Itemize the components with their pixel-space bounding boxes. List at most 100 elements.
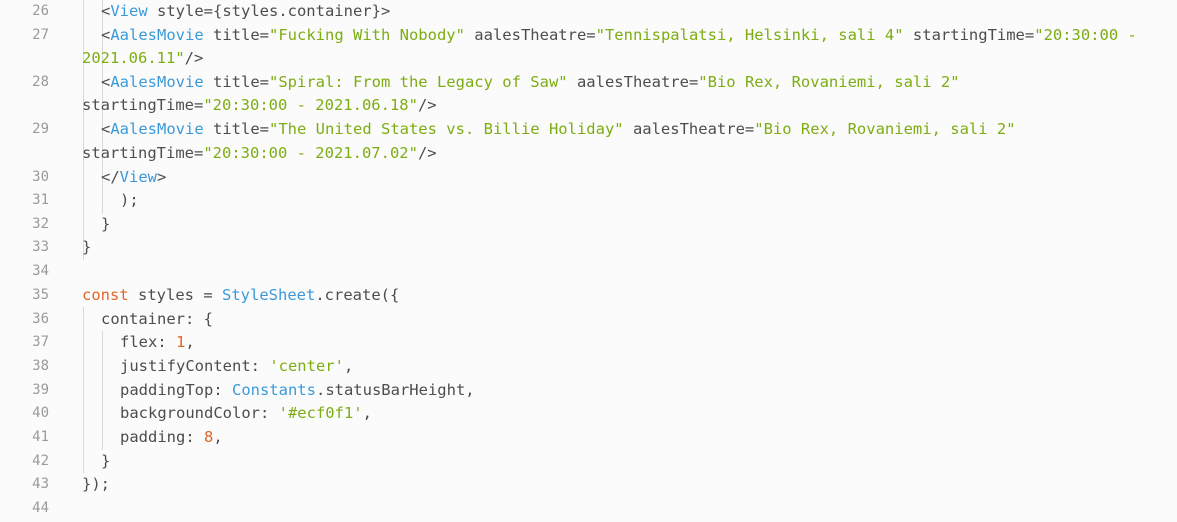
line-number: 31 [32, 192, 49, 208]
token: , [213, 428, 223, 446]
token-string: "Bio Rex, Rovaniemi, sali 2" [698, 72, 960, 91]
code-line[interactable]: } [82, 236, 1177, 260]
code-line[interactable]: backgroundColor: '#ecf0f1', [82, 402, 1177, 426]
token: startingTime= [82, 143, 204, 162]
line-number: 38 [32, 358, 49, 374]
code-line[interactable]: container: { [82, 308, 1177, 332]
token-string: '#ecf0f1' [278, 404, 363, 422]
code-line[interactable]: flex: 1, [82, 331, 1177, 355]
code-line[interactable]: </View> [82, 166, 1177, 190]
token: , [343, 357, 354, 375]
line-number: 44 [32, 500, 49, 516]
token: } [82, 238, 92, 256]
line-number: 43 [32, 476, 49, 492]
line-number: 35 [32, 287, 49, 303]
token: startingTime= [82, 96, 204, 114]
code-line[interactable]: }); [82, 473, 1177, 497]
token: }); [82, 475, 110, 493]
code-line[interactable]: <AalesMovie title="Spiral: From the Lega… [82, 71, 1177, 95]
line-number: 37 [32, 334, 49, 350]
token: } [101, 451, 111, 470]
token-string: 'center' [269, 357, 344, 375]
code-line-empty[interactable] [82, 260, 1177, 284]
code-line[interactable]: ); [82, 189, 1177, 213]
token-number: 1 [176, 333, 186, 351]
token: aalesTheatre= [623, 120, 755, 138]
token: title= [203, 120, 269, 138]
code-line-empty[interactable] [82, 497, 1177, 521]
token: ); [120, 191, 139, 209]
code-line[interactable]: <View style={styles.container}> [82, 0, 1177, 24]
code-line[interactable]: } [82, 213, 1177, 237]
token: </ [101, 167, 120, 186]
token: } [101, 214, 111, 233]
token: justifyContent: [120, 357, 270, 375]
token: .statusBarHeight, [315, 380, 475, 399]
code-line[interactable]: paddingTop: Constants.statusBarHeight, [82, 379, 1177, 403]
code-editor[interactable]: 26 27 28 29 30 31 32 33 34 35 36 37 38 3… [0, 0, 1177, 522]
token: aalesTheatre= [464, 25, 596, 44]
token: < [101, 120, 111, 138]
token: title= [203, 72, 269, 91]
line-number: 28 [32, 73, 49, 90]
token-string: 2021.06.11" [82, 49, 185, 67]
token-string: "The United States vs. Billie Holiday" [269, 120, 624, 138]
line-number: 36 [32, 310, 49, 327]
token: container: { [101, 309, 213, 328]
line-number: 41 [32, 429, 49, 445]
token-class: StyleSheet [222, 286, 316, 304]
line-number: 34 [32, 263, 49, 279]
line-number: 26 [32, 3, 49, 19]
token: , [362, 404, 372, 422]
line-number: 29 [32, 121, 49, 137]
line-number: 30 [32, 168, 49, 185]
code-line[interactable]: const styles = StyleSheet.create({ [82, 284, 1177, 308]
line-number: 40 [32, 405, 49, 421]
token-keyword: const [82, 286, 129, 304]
token: /> [184, 49, 204, 67]
token-tag: View [110, 2, 148, 20]
token-tag: AalesMovie [110, 120, 204, 138]
token: paddingTop: [120, 380, 232, 399]
token: padding: [120, 428, 204, 446]
token: style={styles.container}> [147, 2, 391, 20]
token: styles = [128, 286, 222, 304]
code-line[interactable]: <AalesMovie title="Fucking With Nobody" … [82, 24, 1177, 48]
line-number: 27 [32, 26, 49, 43]
code-line[interactable]: } [82, 450, 1177, 474]
token-string: "Bio Rex, Rovaniemi, sali 2" [754, 120, 1016, 138]
line-number: 33 [32, 239, 49, 255]
token-string: "Tennispalatsi, Helsinki, sali 4" [595, 25, 904, 44]
token-tag: View [119, 167, 157, 186]
token-string: "20:30:00 - 2021.06.18" [203, 96, 418, 114]
token-string: "Spiral: From the Legacy of Saw" [269, 72, 568, 91]
code-line[interactable]: justifyContent: 'center', [82, 355, 1177, 379]
code-line[interactable]: <AalesMovie title="The United States vs.… [82, 118, 1177, 142]
token: , [185, 333, 195, 351]
token-number: 8 [204, 428, 214, 446]
code-line-wrap[interactable]: startingTime="20:30:00 - 2021.06.18"/> [82, 94, 1177, 118]
token: /> [417, 96, 437, 114]
token: .create({ [315, 286, 400, 304]
code-line-wrap[interactable]: startingTime="20:30:00 - 2021.07.02"/> [82, 142, 1177, 166]
token: backgroundColor: [120, 404, 279, 422]
token: /> [417, 143, 437, 162]
token: startingTime= [903, 25, 1035, 44]
token: flex: [120, 333, 176, 351]
token-string: "Fucking With Nobody" [269, 25, 465, 44]
code-line[interactable]: padding: 8, [82, 426, 1177, 450]
line-number: 32 [32, 215, 49, 232]
token-tag: AalesMovie [110, 25, 204, 44]
line-number: 39 [32, 381, 49, 398]
token-string: "20:30:00 - [1034, 25, 1137, 44]
token-class: Constants [231, 380, 316, 399]
token: title= [203, 25, 269, 44]
line-number-gutter: 26 27 28 29 30 31 32 33 34 35 36 37 38 3… [0, 0, 72, 522]
token: < [101, 2, 111, 20]
token: > [157, 167, 167, 186]
code-line-wrap[interactable]: 2021.06.11"/> [82, 47, 1177, 71]
token: < [101, 25, 111, 44]
token-string: "20:30:00 - 2021.07.02" [203, 143, 418, 162]
line-number: 42 [32, 452, 49, 469]
token: aalesTheatre= [567, 72, 699, 91]
